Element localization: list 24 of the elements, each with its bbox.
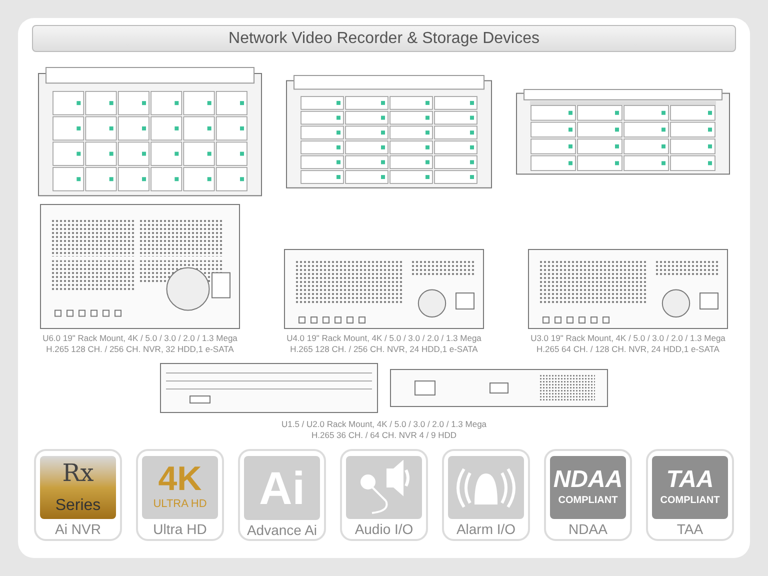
logo-text: COMPLIANT [558, 494, 618, 508]
feature-label: Alarm I/O [456, 520, 516, 539]
model-caption: H.265 64 CH. / 128 CH. NVR, 24 HDD,1 e-SATA [536, 344, 720, 355]
model-caption: H.265 128 CH. / 256 CH. NVR, 24 HDD,1 e-SATA [290, 344, 478, 355]
model-caption: U1.5 / U2.0 Rack Mount, 4K / 5.0 / 3.0 / 2.0 / 1.3 Mega [281, 419, 487, 430]
logo-text: Series [55, 497, 101, 515]
model-caption: U6.0 19" Rack Mount, 4K / 5.0 / 3.0 / 2.0 / 1.3 Mega [42, 333, 238, 344]
model-caption: H.265 36 CH. / 64 CH. NVR 4 / 9 HDD [311, 430, 457, 441]
feature-label: TAA [676, 520, 704, 539]
page-title: Network Video Recorder & Storage Devices [228, 28, 540, 48]
logo-text: ULTRA HD [153, 497, 207, 512]
logo-text: COMPLIANT [660, 494, 720, 508]
feature-label: Audio I/O [354, 520, 414, 539]
model-caption: U4.0 19" Rack Mount, 4K / 5.0 / 3.0 / 2.0 / 1.3 Mega [286, 333, 482, 344]
logo-text: TAA [666, 467, 714, 493]
model-caption: H.265 128 CH. / 256 CH. NVR, 32 HDD,1 e-SATA [46, 344, 234, 355]
model-caption: U3.0 19" Rack Mount, 4K / 5.0 / 3.0 / 2.0 / 1.3 Mega [530, 333, 726, 344]
feature-label: Advance Ai [246, 521, 318, 540]
feature-label: NDAA [568, 520, 608, 539]
logo-text: NDAA [553, 467, 623, 493]
logo-text: 4K [158, 462, 202, 496]
logo-text: Rx [62, 460, 94, 486]
feature-label: Ultra HD [153, 520, 207, 539]
feature-label: Ai NVR [55, 520, 101, 539]
